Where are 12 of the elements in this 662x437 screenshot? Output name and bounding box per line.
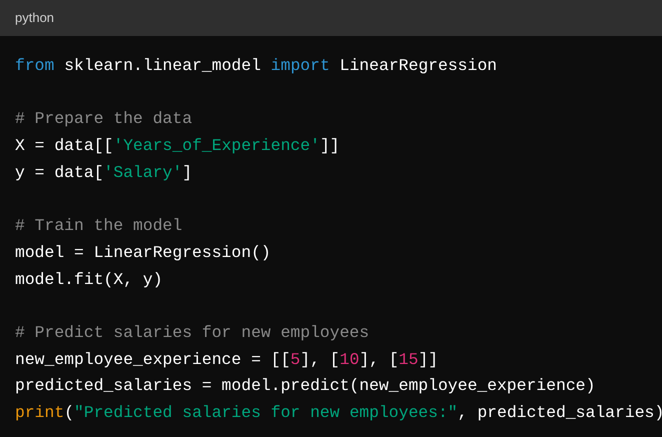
code-line: y = data['Salary']: [15, 162, 192, 184]
code-line: X = data[['Years_of_Experience']]: [15, 135, 340, 158]
code-line: predicted_salaries = model.predict(new_employee_experience): [15, 375, 596, 398]
code-line: # Prepare the data: [15, 108, 192, 130]
code-line: model = LinearRegression(): [15, 242, 271, 264]
code-line: print("Predicted salaries for new employees:", predicted_salaries): [15, 402, 662, 424]
code-line: # Predict salaries for new employees: [15, 322, 370, 344]
code-line: new_employee_experience = [[5], [10], [15]]: [15, 348, 438, 371]
code-line: # Train the model: [15, 215, 182, 238]
language-label: python: [15, 9, 54, 28]
code-line: model.fit(X, y): [15, 268, 163, 291]
code-line: from sklearn.linear_model import LinearRegression: [15, 55, 498, 77]
